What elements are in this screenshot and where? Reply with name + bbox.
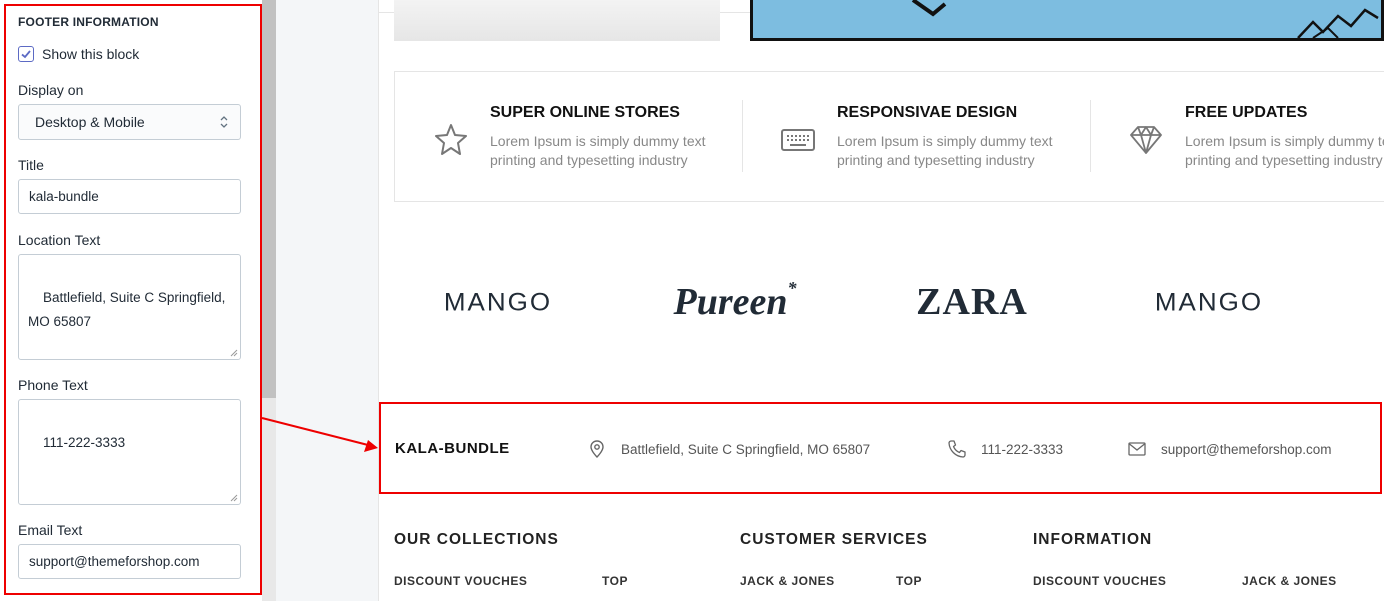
phone-label: Phone Text xyxy=(18,377,88,393)
checkmark-icon xyxy=(21,50,31,59)
envelope-icon xyxy=(1128,442,1146,456)
location-textarea-value: Battlefield, Suite C Springfield, MO 658… xyxy=(28,290,226,329)
footer-info-bar: KALA-BUNDLE Battlefield, Suite C Springf… xyxy=(379,402,1382,494)
location-label: Location Text xyxy=(18,232,101,248)
keyboard-icon xyxy=(781,129,815,151)
footer-email-text: support@themeforshop.com xyxy=(1161,441,1332,457)
phone-icon xyxy=(948,440,966,458)
scrollbar-thumb[interactable] xyxy=(262,0,276,398)
feature-title: SUPER ONLINE STORES xyxy=(490,104,680,121)
footer-email: support@themeforshop.com xyxy=(1127,439,1332,459)
map-pin-icon xyxy=(590,440,604,458)
email-input[interactable]: support@themeforshop.com xyxy=(18,544,241,579)
location-textarea[interactable]: Battlefield, Suite C Springfield, MO 658… xyxy=(18,254,241,360)
feature-title: FREE UPDATES xyxy=(1185,104,1308,121)
footer-link[interactable]: TOP xyxy=(602,574,628,588)
show-block-label: Show this block xyxy=(42,46,140,62)
divider xyxy=(742,100,743,172)
footer-phone-text: 111-222-3333 xyxy=(981,441,1064,457)
show-block-checkbox-row[interactable]: Show this block xyxy=(18,46,139,62)
comic-pattern-graphic xyxy=(911,0,1379,38)
display-on-value: Desktop & Mobile xyxy=(35,114,145,130)
feature-text: Lorem Ipsum is simply dummy text printin… xyxy=(1185,133,1384,168)
display-on-label: Display on xyxy=(18,82,84,98)
footer-location-text: Battlefield, Suite C Springfield, MO 658… xyxy=(621,441,871,457)
star-icon xyxy=(435,124,467,155)
footer-phone: 111-222-3333 xyxy=(947,439,1063,459)
divider xyxy=(1090,100,1091,172)
footer-column-title: OUR COLLECTIONS xyxy=(394,531,559,548)
footer-location: Battlefield, Suite C Springfield, MO 658… xyxy=(587,439,870,459)
phone-textarea-value: 111-222-3333 xyxy=(43,435,126,450)
brand-logo[interactable]: Pureen * xyxy=(673,278,797,324)
brand-logo[interactable]: MANGO xyxy=(1149,281,1269,323)
feature-text: Lorem Ipsum is simply dummy text printin… xyxy=(837,133,1053,168)
diamond-icon xyxy=(1130,126,1162,154)
footer-link[interactable]: DISCOUNT VOUCHES xyxy=(1033,574,1166,588)
footer-link[interactable]: JACK & JONES xyxy=(740,574,835,588)
footer-link[interactable]: DISCOUNT VOUCHES xyxy=(394,574,527,588)
panel-scrollbar[interactable] xyxy=(262,0,276,601)
display-on-select[interactable]: Desktop & Mobile xyxy=(18,104,241,140)
annotation-arrow xyxy=(261,417,378,452)
footer-link[interactable]: TOP xyxy=(896,574,922,588)
footer-info-title: KALA-BUNDLE xyxy=(395,440,510,457)
brand-logo[interactable]: MANGO xyxy=(438,281,558,323)
settings-panel: FOOTER INFORMATION Show this block Displ… xyxy=(0,0,262,601)
brand-logo[interactable]: ZARA xyxy=(912,280,1032,324)
section-heading: FOOTER INFORMATION xyxy=(18,15,159,29)
title-label: Title xyxy=(18,157,44,173)
features-strip: SUPER ONLINE STORES Lorem Ipsum is simpl… xyxy=(394,71,1384,202)
footer-column-title: CUSTOMER SERVICES xyxy=(740,531,928,548)
feature-text: Lorem Ipsum is simply dummy text printin… xyxy=(490,133,706,168)
footer-link[interactable]: JACK & JONES xyxy=(1242,574,1337,588)
footer-column-title: INFORMATION xyxy=(1033,531,1153,548)
title-input[interactable]: kala-bundle xyxy=(18,179,241,214)
resize-handle-icon[interactable] xyxy=(230,349,238,357)
email-label: Email Text xyxy=(18,522,83,538)
phone-textarea[interactable]: 111-222-3333 xyxy=(18,399,241,505)
banner-image-right xyxy=(750,0,1384,41)
banner-image-left xyxy=(394,0,720,41)
select-arrows-icon xyxy=(220,116,228,128)
resize-handle-icon[interactable] xyxy=(230,494,238,502)
feature-title: RESPONSIVAE DESIGN xyxy=(837,104,1018,121)
brand-logo-text: Pureen xyxy=(673,281,788,323)
show-block-checkbox[interactable] xyxy=(18,46,34,62)
